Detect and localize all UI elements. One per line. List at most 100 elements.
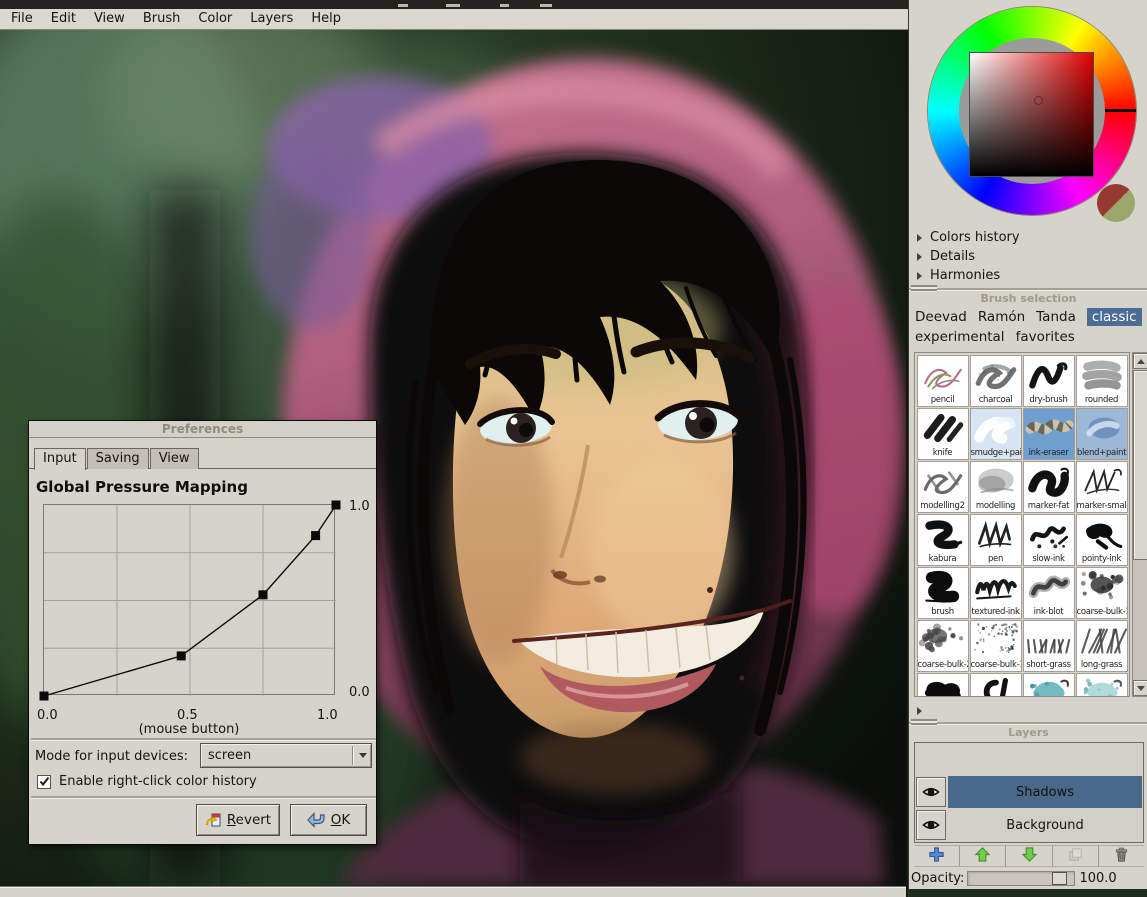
brush-label: ink-blot <box>1033 606 1064 617</box>
brush-knife[interactable]: knife <box>916 407 969 460</box>
brush-group-deevad[interactable]: Deevad <box>915 309 967 325</box>
brush-slow-ink[interactable]: slow-ink <box>1022 513 1075 566</box>
brush-brush[interactable]: brush <box>916 566 969 619</box>
lower-layer-icon <box>1021 846 1038 867</box>
layers-list: Shadows Background <box>914 742 1144 843</box>
expander-harmonies[interactable]: Harmonies <box>909 266 1147 285</box>
brush-marker-small[interactable]: marker-small <box>1075 460 1128 513</box>
s-blob-icon <box>924 570 959 603</box>
panel-divider[interactable] <box>909 285 1147 292</box>
brush-label: marker-small <box>1076 500 1128 511</box>
brush-list-expander[interactable] <box>917 701 930 720</box>
menu-view[interactable]: View <box>85 9 134 29</box>
tab-view[interactable]: View <box>149 448 199 469</box>
soft-shade-icon <box>977 468 1014 494</box>
brush-dry-brush[interactable]: dry-brush <box>1022 354 1075 407</box>
revert-button[interactable]: Revert <box>196 804 280 836</box>
brush-group-favorites[interactable]: favorites <box>1016 329 1075 345</box>
scroll-up-icon[interactable] <box>1133 353 1147 369</box>
brush-scrollbar[interactable] <box>1132 352 1147 697</box>
lower-layer-button[interactable] <box>1006 846 1053 867</box>
menu-brush[interactable]: Brush <box>134 9 190 29</box>
canvas-horizontal-scrollbar[interactable] <box>0 886 906 897</box>
brush-kabura[interactable]: kabura <box>916 513 969 566</box>
brush-short-grass[interactable]: short-grass <box>1022 619 1075 672</box>
bold-slashes-icon <box>923 413 963 442</box>
brush-group-experimental[interactable]: experimental <box>915 329 1005 345</box>
brush-group-classic[interactable]: classic <box>1086 308 1142 326</box>
menu-help[interactable]: Help <box>302 9 350 29</box>
ok-button[interactable]: OK <box>290 804 367 836</box>
brush-coarse-bulk-2[interactable]: coarse-bulk-2 <box>916 619 969 672</box>
brush-unlabeled[interactable] <box>1022 672 1075 696</box>
tab-saving[interactable]: Saving <box>86 448 149 469</box>
brush-group-tanda[interactable]: Tanda <box>1036 309 1076 325</box>
black-blob-icon <box>924 681 961 696</box>
brush-blend+paint[interactable]: blend+paint <box>1075 407 1128 460</box>
gray-slashes-icon <box>923 470 962 494</box>
brush-unlabeled[interactable] <box>969 672 1022 696</box>
brush-label: short-grass <box>1026 659 1071 670</box>
scroll-down-icon[interactable] <box>1133 680 1147 696</box>
brush-label: pointy-ink <box>1081 553 1122 564</box>
layer-visibility-toggle[interactable] <box>916 810 946 840</box>
brush-label: pen <box>987 553 1004 564</box>
color-selector <box>909 0 1147 228</box>
brush-pointy-ink[interactable]: pointy-ink <box>1075 513 1128 566</box>
expander-colors-history[interactable]: Colors history <box>909 228 1147 247</box>
opacity-slider-handle[interactable] <box>1052 872 1068 885</box>
brush-pen[interactable]: pen <box>969 513 1022 566</box>
opacity-slider[interactable] <box>967 871 1076 886</box>
brush-pencil[interactable]: pencil <box>916 354 969 407</box>
menu-color[interactable]: Color <box>189 9 241 29</box>
charcoal-scribble-icon <box>975 363 1016 389</box>
brush-modelling[interactable]: modelling <box>969 460 1022 513</box>
raise-layer-button[interactable] <box>960 846 1007 866</box>
scrollbar-thumb[interactable] <box>1133 370 1147 560</box>
brush-unlabeled[interactable] <box>916 672 969 696</box>
panel-divider[interactable] <box>909 719 1147 726</box>
brush-rounded[interactable]: rounded <box>1075 354 1128 407</box>
brush-long-grass[interactable]: long-grass <box>1075 619 1128 672</box>
brush-modelling2[interactable]: modelling2 <box>916 460 969 513</box>
brush-label: brush <box>931 606 954 617</box>
tool-panel: Colors history Details Harmonies Brush sel… <box>908 0 1147 897</box>
input-mode-dropdown[interactable]: screen <box>200 743 372 768</box>
expander-details[interactable]: Details <box>909 247 1147 266</box>
layer-visibility-toggle[interactable] <box>916 777 946 807</box>
preferences-dialog: Preferences Input Saving View Global Press… <box>28 420 377 845</box>
add-layer-button[interactable] <box>914 846 961 866</box>
menu-layers[interactable]: Layers <box>241 9 302 29</box>
brush-unlabeled[interactable] <box>1075 672 1128 696</box>
white-smudge-icon <box>973 416 1016 444</box>
brush-ink-eraser[interactable]: ink-eraser <box>1022 407 1075 460</box>
pressure-curve-plot[interactable] <box>39 500 341 701</box>
brush-label: slow-ink <box>1032 553 1065 564</box>
brush-marker-fat[interactable]: marker-fat <box>1022 460 1075 513</box>
checkbox-label: Enable right-click color history <box>59 774 257 789</box>
bold-curve-icon <box>924 519 962 549</box>
delete-layer-button[interactable] <box>1099 846 1144 866</box>
tab-input[interactable]: Input <box>34 448 86 470</box>
dialog-title[interactable]: Preferences <box>29 421 376 438</box>
layer-name: Background <box>1006 817 1084 833</box>
brush-smudge+paint[interactable]: smudge+paint <box>969 407 1022 460</box>
brush-grid: pencil charcoal dry-brush rounded knife smudg… <box>914 352 1130 697</box>
brush-ink-blot[interactable]: ink-blot <box>1022 566 1075 619</box>
menu-edit[interactable]: Edit <box>42 9 85 29</box>
opacity-label: Opacity: <box>911 871 965 886</box>
current-color-swatch[interactable] <box>1097 184 1135 222</box>
brush-coarse-bulk-1[interactable]: coarse-bulk-1 <box>969 619 1022 672</box>
x-axis-caption: (mouse button) <box>138 722 240 737</box>
brush-group-ramón[interactable]: Ramón <box>978 309 1025 325</box>
saturation-value-square[interactable] <box>969 52 1094 177</box>
duplicate-layer-button[interactable] <box>1053 846 1099 866</box>
brush-charcoal[interactable]: charcoal <box>969 354 1022 407</box>
layer-row-shadows[interactable]: Shadows <box>916 776 1142 808</box>
layer-row-background[interactable]: Background <box>916 809 1142 841</box>
right-click-history-checkbox[interactable] <box>37 774 51 789</box>
brush-textured-ink[interactable]: textured-ink <box>969 566 1022 619</box>
brush-group-tabs: Deevad Ramón Tanda classic experimental favor… <box>915 307 1147 347</box>
menu-file[interactable]: File <box>2 9 42 29</box>
brush-coarse-bulk-3[interactable]: coarse-bulk-3 <box>1075 566 1128 619</box>
